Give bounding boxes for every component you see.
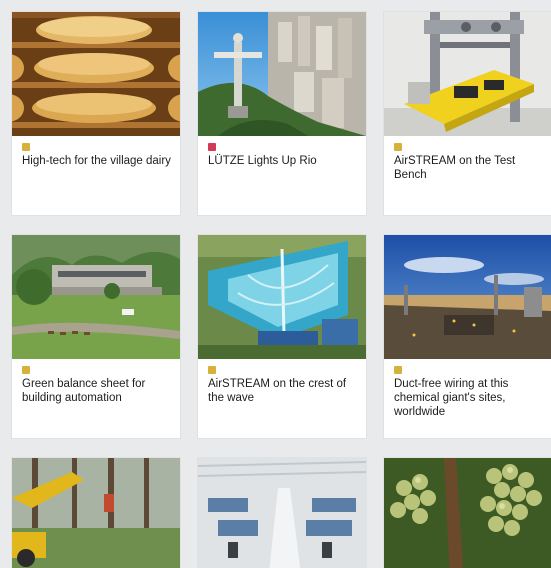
article-title[interactable]: High-tech for the village dairy xyxy=(22,154,172,168)
article-image-wave-pool[interactable] xyxy=(198,235,366,359)
article-card-airstream-wave[interactable]: AirSTREAM on the crest of the wave xyxy=(198,235,366,438)
article-card-grapes[interactable] xyxy=(384,458,551,568)
article-image-test-bench[interactable] xyxy=(384,12,551,136)
article-card-green-balance[interactable]: Green balance sheet for building automat… xyxy=(12,235,180,438)
article-card-airstream-test-bench[interactable]: AirSTREAM on the Test Bench xyxy=(384,12,551,215)
article-image-chemical-plant[interactable] xyxy=(384,235,551,359)
category-tag xyxy=(208,366,216,374)
article-title[interactable]: LÜTZE Lights Up Rio xyxy=(208,154,358,168)
article-image-christ-redeemer[interactable] xyxy=(198,12,366,136)
article-title[interactable]: AirSTREAM on the Test Bench xyxy=(394,154,544,182)
article-title[interactable]: Duct-free wiring at this chemical giant'… xyxy=(394,377,544,419)
article-image-grapes[interactable] xyxy=(384,458,551,568)
article-title[interactable]: Green balance sheet for building automat… xyxy=(22,377,172,405)
article-image-cheese-wheels[interactable] xyxy=(12,12,180,136)
category-tag xyxy=(394,143,402,151)
article-card-village-dairy[interactable]: High-tech for the village dairy xyxy=(12,12,180,215)
article-card-forestry[interactable] xyxy=(12,458,180,568)
article-grid: High-tech for the village dairy LÜTZE Li… xyxy=(0,0,551,568)
article-card-factory[interactable] xyxy=(198,458,366,568)
article-image-green-building[interactable] xyxy=(12,235,180,359)
article-title[interactable]: AirSTREAM on the crest of the wave xyxy=(208,377,358,405)
article-image-forestry-machine[interactable] xyxy=(12,458,180,568)
category-tag xyxy=(394,366,402,374)
category-tag xyxy=(22,143,30,151)
article-card-rio[interactable]: LÜTZE Lights Up Rio xyxy=(198,12,366,215)
article-card-duct-free-wiring[interactable]: Duct-free wiring at this chemical giant'… xyxy=(384,235,551,438)
article-image-factory-hall[interactable] xyxy=(198,458,366,568)
category-tag xyxy=(22,366,30,374)
category-tag xyxy=(208,143,216,151)
